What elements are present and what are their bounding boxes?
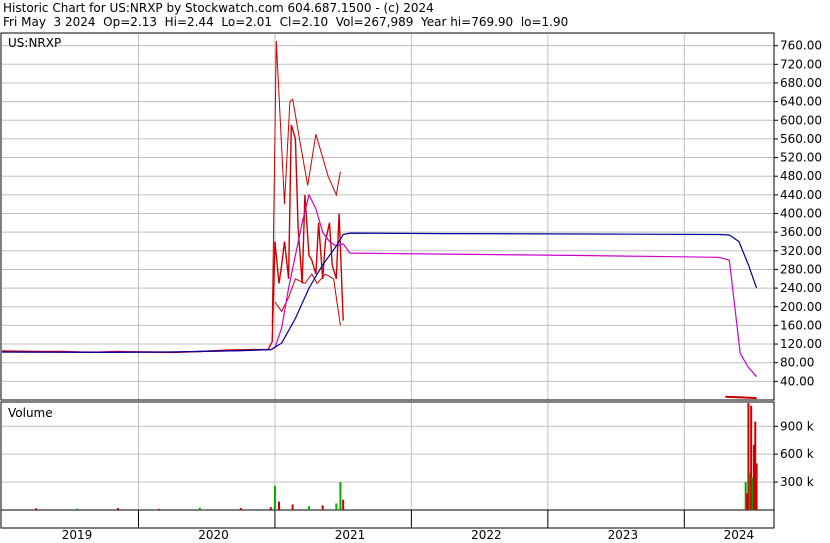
volume-bar — [35, 508, 38, 510]
volume-bar — [291, 504, 294, 510]
stock-chart: 40.00 80.00 120.00 160.00 200.00 240.00 280.00… — [0, 32, 822, 542]
volume-bar — [755, 463, 758, 510]
date-axis-ticks: 2019 2020 2021 2022 2023 2024 — [62, 510, 754, 542]
price-tick-label: 200.00 — [780, 300, 822, 314]
series-price — [1, 124, 344, 354]
volume-tick-label: 300 k — [780, 475, 814, 489]
price-tick-label: 520.00 — [780, 151, 822, 165]
volume-tick-label: 900 k — [780, 419, 814, 433]
price-tick-label: 120.00 — [780, 337, 822, 351]
price-tick-label: 680.00 — [780, 76, 822, 90]
price-tick-label: 600.00 — [780, 113, 822, 127]
volume-bar — [76, 508, 79, 510]
price-tick-label: 640.00 — [780, 95, 822, 109]
price-tick-label: 280.00 — [780, 262, 822, 276]
volume-bar — [278, 501, 281, 510]
price-tick-label: 720.00 — [780, 57, 822, 71]
series-price-high — [271, 40, 341, 326]
volume-bar — [273, 485, 276, 510]
volume-bar — [157, 508, 160, 510]
price-tick-label: 480.00 — [780, 169, 822, 183]
date-tick-label: 2021 — [335, 528, 366, 542]
volume-label: Volume — [8, 406, 53, 420]
volume-tick-label: 600 k — [780, 447, 814, 461]
volume-bar — [269, 507, 272, 510]
volume-bar — [335, 503, 338, 510]
price-tick-label: 360.00 — [780, 225, 822, 239]
volume-bar — [308, 506, 311, 510]
volume-panel — [0, 401, 775, 511]
volume-bar — [342, 499, 345, 510]
series-price-2024 — [725, 395, 757, 400]
volume-bars — [35, 403, 758, 510]
price-tick-label: 160.00 — [780, 318, 822, 332]
price-grid — [2, 34, 773, 400]
price-axis-ticks: 40.00 80.00 120.00 160.00 200.00 240.00 280.00… — [774, 39, 822, 388]
date-tick-label: 2024 — [724, 528, 755, 542]
price-panel — [0, 32, 775, 401]
date-tick-label: 2022 — [471, 528, 502, 542]
date-tick-label: 2019 — [62, 528, 93, 542]
price-tick-label: 760.00 — [780, 39, 822, 53]
volume-axis-ticks: 300 k 600 k 900 k — [774, 419, 814, 489]
price-tick-label: 80.00 — [780, 356, 814, 370]
volume-bar — [239, 507, 242, 510]
date-tick-label: 2023 — [608, 528, 639, 542]
date-axis-panel — [0, 509, 775, 529]
series-ma-short — [2, 193, 758, 378]
symbol-label: US:NRXP — [8, 36, 61, 50]
price-tick-label: 440.00 — [780, 188, 822, 202]
volume-bar — [198, 507, 201, 510]
volume-bar — [321, 505, 324, 510]
price-tick-label: 320.00 — [780, 244, 822, 258]
volume-bar — [339, 482, 342, 510]
price-tick-label: 40.00 — [780, 374, 814, 388]
date-tick-label: 2020 — [198, 528, 229, 542]
price-tick-label: 240.00 — [780, 281, 822, 295]
volume-grid — [2, 403, 773, 510]
series-price-low — [274, 273, 341, 326]
volume-bar — [116, 508, 119, 510]
price-tick-label: 400.00 — [780, 207, 822, 221]
price-tick-label: 560.00 — [780, 132, 822, 146]
